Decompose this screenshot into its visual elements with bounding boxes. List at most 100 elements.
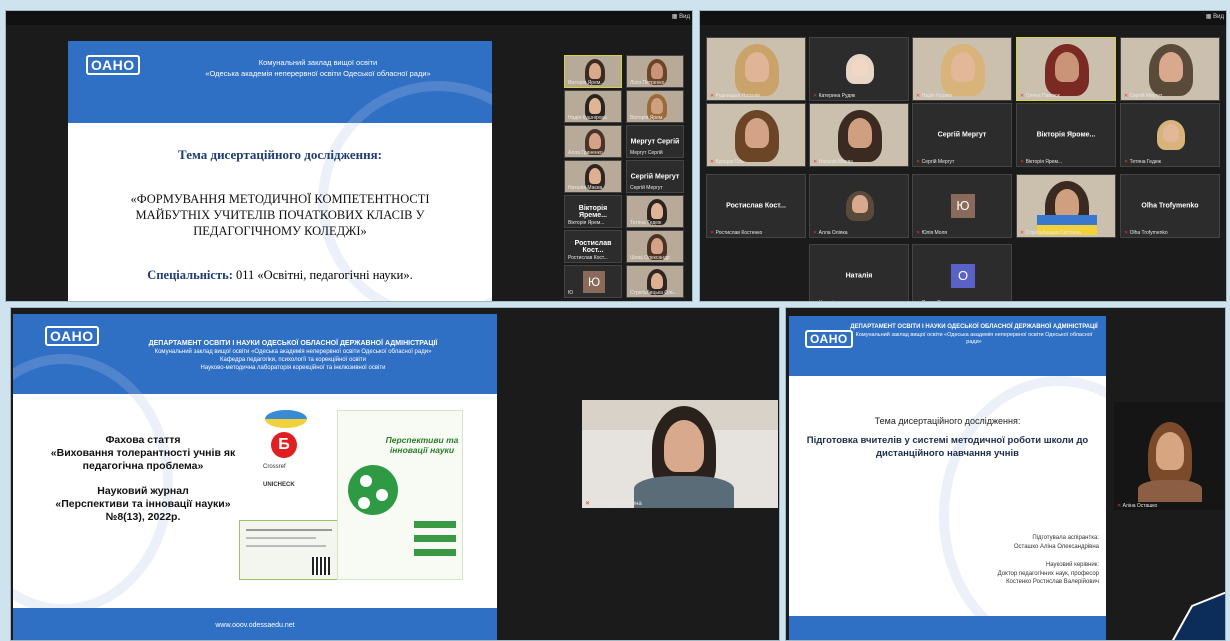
participant-tile[interactable]: Olha Trofymenko ✕ Olha Trofymenko [1120, 174, 1220, 238]
speaker-face [664, 420, 704, 472]
participant-name: Ю [568, 290, 574, 296]
participant-tile[interactable]: Сергій Мергут ✕ Сергій Мергут [912, 103, 1012, 167]
footer-url: www.ooov.odessaedu.net [215, 622, 295, 629]
view-button[interactable]: ▦ Вид [672, 13, 690, 20]
participant-tile[interactable]: Вікторія Ярем... [626, 90, 684, 123]
participant-tile[interactable]: ✕ Тетяна Гедеж [1120, 103, 1220, 167]
topic-label: Тема дисертаційного дослідження: [874, 416, 1021, 426]
zoom-window-2: ▦ Вид ✕ Рудницька Наталія ✕ Катерина Рудя… [699, 10, 1227, 302]
participant-tile[interactable]: Наталія ✕ Наталія [809, 244, 909, 301]
participant-face [744, 118, 770, 148]
participant-tile[interactable]: ✕ Алла Оліяка [809, 174, 909, 238]
header-text: ДЕПАРТАМЕНТ ОСВІТИ І НАУКИ ОДЕСЬКОЇ ОБЛА… [148, 340, 438, 371]
participant-tile[interactable]: Надія Кушнірова [564, 90, 622, 123]
participant-tile[interactable]: Наталія Маєва [564, 160, 622, 193]
participant-tile[interactable]: ✕ Наталія Маєва [809, 103, 909, 167]
participant-label: Ю [951, 194, 975, 218]
speaker-shoulders [634, 476, 734, 508]
participant-tile[interactable]: Алла Гриненко [564, 125, 622, 158]
view-button[interactable]: ▦ Вид [1206, 13, 1224, 20]
b-badge: Б [271, 432, 297, 458]
participant-face [950, 52, 976, 82]
participant-tile[interactable]: ✕ Олена Павлюк [1016, 37, 1116, 101]
participant-tile[interactable]: Мергут Сергій Мергут Сергій [626, 125, 684, 158]
participant-name: Надія Кушнірова [568, 115, 607, 121]
slide-footer: www.ooov.odessaedu.net [13, 608, 497, 640]
participant-label: Наталія [845, 272, 873, 280]
topic-label: Тема дисертаційного дослідження: [178, 147, 382, 162]
participant-label: Сергій Мергут [937, 131, 987, 139]
participant-name: Шева Олександр [630, 255, 670, 261]
participant-tile[interactable]: Ю ✕ Юлія Моля [912, 174, 1012, 238]
header-text: Комунальний заклад вищої освіти «Одеська… [205, 58, 431, 78]
participant-tile[interactable]: ✕ Рудницька Наталія [706, 37, 806, 101]
participant-face [1163, 124, 1179, 142]
zoom-window-4: ОАНО ДЕПАРТАМЕНТ ОСВІТИ І НАУКИ ОДЕСЬКОЇ… [785, 307, 1226, 641]
participant-tile[interactable]: Шева Олександр [626, 230, 684, 263]
zoom-toolbar: ▦ Вид [700, 11, 1226, 25]
participant-name: ✕ Надія Кушнір [916, 93, 953, 99]
participant-tile[interactable]: Ростислав Кост... Ростислав Кост... [564, 230, 622, 263]
header-text: ДЕПАРТАМЕНТ ОСВІТИ І НАУКИ ОДЕСЬКОЇ ОБЛА… [850, 324, 1098, 345]
speaker-shoulders [1138, 480, 1202, 502]
participant-tile[interactable]: Вікторія Яреме... Вікторія Ярем... [564, 195, 622, 228]
participant-tile[interactable]: Сергій Мергут Сергій Мергут [626, 160, 684, 193]
author-block: Підготувала аспірантка: Осташко Аліна Ол… [997, 535, 1099, 585]
participant-tile[interactable]: Вікторія Ярем... [564, 55, 622, 88]
participant-face [852, 58, 868, 76]
slide-footer [789, 616, 1106, 640]
participant-face [651, 63, 663, 79]
zoom-toolbar: ▦ Вид [6, 11, 692, 25]
participant-tile[interactable]: ЮЮ [564, 265, 622, 298]
participant-face [651, 238, 663, 254]
participant-name: ✕ Сергій Мергут [1124, 93, 1163, 99]
unicheck-badge: UNICHECK [263, 482, 295, 488]
shared-slide: ОАНО ДЕПАРТАМЕНТ ОСВІТИ І НАУКИ ОДЕСЬКОЇ… [789, 316, 1106, 640]
crossref-badge: Crossref [263, 464, 286, 470]
participant-tile[interactable]: ✕ Стрельбицька Світлана [1016, 174, 1116, 238]
participant-tile[interactable]: ✕ Сергій Мергут [1120, 37, 1220, 101]
participant-tile[interactable]: ✕ Надія Кушнір [912, 37, 1012, 101]
participant-face [1158, 52, 1184, 82]
speaker-video: ✕ Аліна Осташко [1114, 402, 1224, 510]
participant-tile[interactable]: ✕ Катерина Рудяк [809, 37, 909, 101]
participant-tile[interactable]: Тетяна Гедеж [626, 195, 684, 228]
participant-label: Ростислав Кост... [574, 239, 612, 254]
participant-face [589, 168, 601, 184]
participant-tile[interactable]: Стрельбицька Оль... [626, 265, 684, 298]
participant-label: Мергут Сергій [630, 138, 680, 145]
oano-logo: ОАНО [45, 326, 99, 346]
participant-name: ✕ Катерина Рудяк [813, 93, 856, 99]
participant-face [589, 133, 601, 149]
article-block: Фахова стаття «Виховання толерантності у… [50, 434, 236, 523]
topic-text: «ФОРМУВАННЯ МЕТОДИЧНОЇ КОМПЕТЕНТНОСТІ МА… [130, 192, 430, 238]
participant-name: Стрельбицька Оль... [630, 290, 678, 296]
participant-name: ✕ Вікторія Ярем... [1020, 159, 1063, 165]
participant-label: Вікторія Яреме... [578, 204, 608, 219]
participant-tile[interactable]: О ✕ Ольга Савенко [912, 244, 1012, 301]
participant-name: Вікторія Ярем... [630, 115, 667, 121]
participant-name: ✕ Ростислав Костенко [710, 230, 763, 236]
cover-title: Перспективи та інновації науки [385, 435, 459, 455]
participant-face [651, 273, 663, 289]
participant-name: Ростислав Кост... [568, 255, 608, 261]
oano-logo: ОАНО [805, 330, 853, 348]
participant-tile[interactable]: Лілія Петренко [626, 55, 684, 88]
participant-name: Вікторія Ярем... [568, 220, 605, 226]
participant-name: ✕ Алла Оліяка [813, 230, 848, 236]
journal-cover: Перспективи та інновації науки [337, 410, 463, 580]
speaker-face [1156, 432, 1184, 470]
participant-face [651, 98, 663, 114]
participant-tile[interactable]: Вікторія Яроме... ✕ Вікторія Ярем... [1016, 103, 1116, 167]
zoom-window-3: ОАНО ДЕПАРТАМЕНТ ОСВІТИ І НАУКИ ОДЕСЬКОЇ… [10, 307, 780, 641]
participant-tile[interactable]: ✕ Бурщак Оль [706, 103, 806, 167]
participant-name: ✕ Тетяна Гедеж [1124, 159, 1161, 165]
oano-logo: ОАНО [86, 55, 140, 75]
participant-tile[interactable]: Ростислав Кост... ✕ Ростислав Костенко [706, 174, 806, 238]
participant-face [852, 195, 868, 213]
participant-name: ✕ Сергій Мергут [916, 159, 955, 165]
participant-label: Сергій Мергут [630, 173, 680, 180]
participant-face [1054, 52, 1080, 82]
topic-text: Підготовка вчителів у системі методичної… [806, 435, 1089, 459]
participant-label: О [951, 264, 975, 288]
